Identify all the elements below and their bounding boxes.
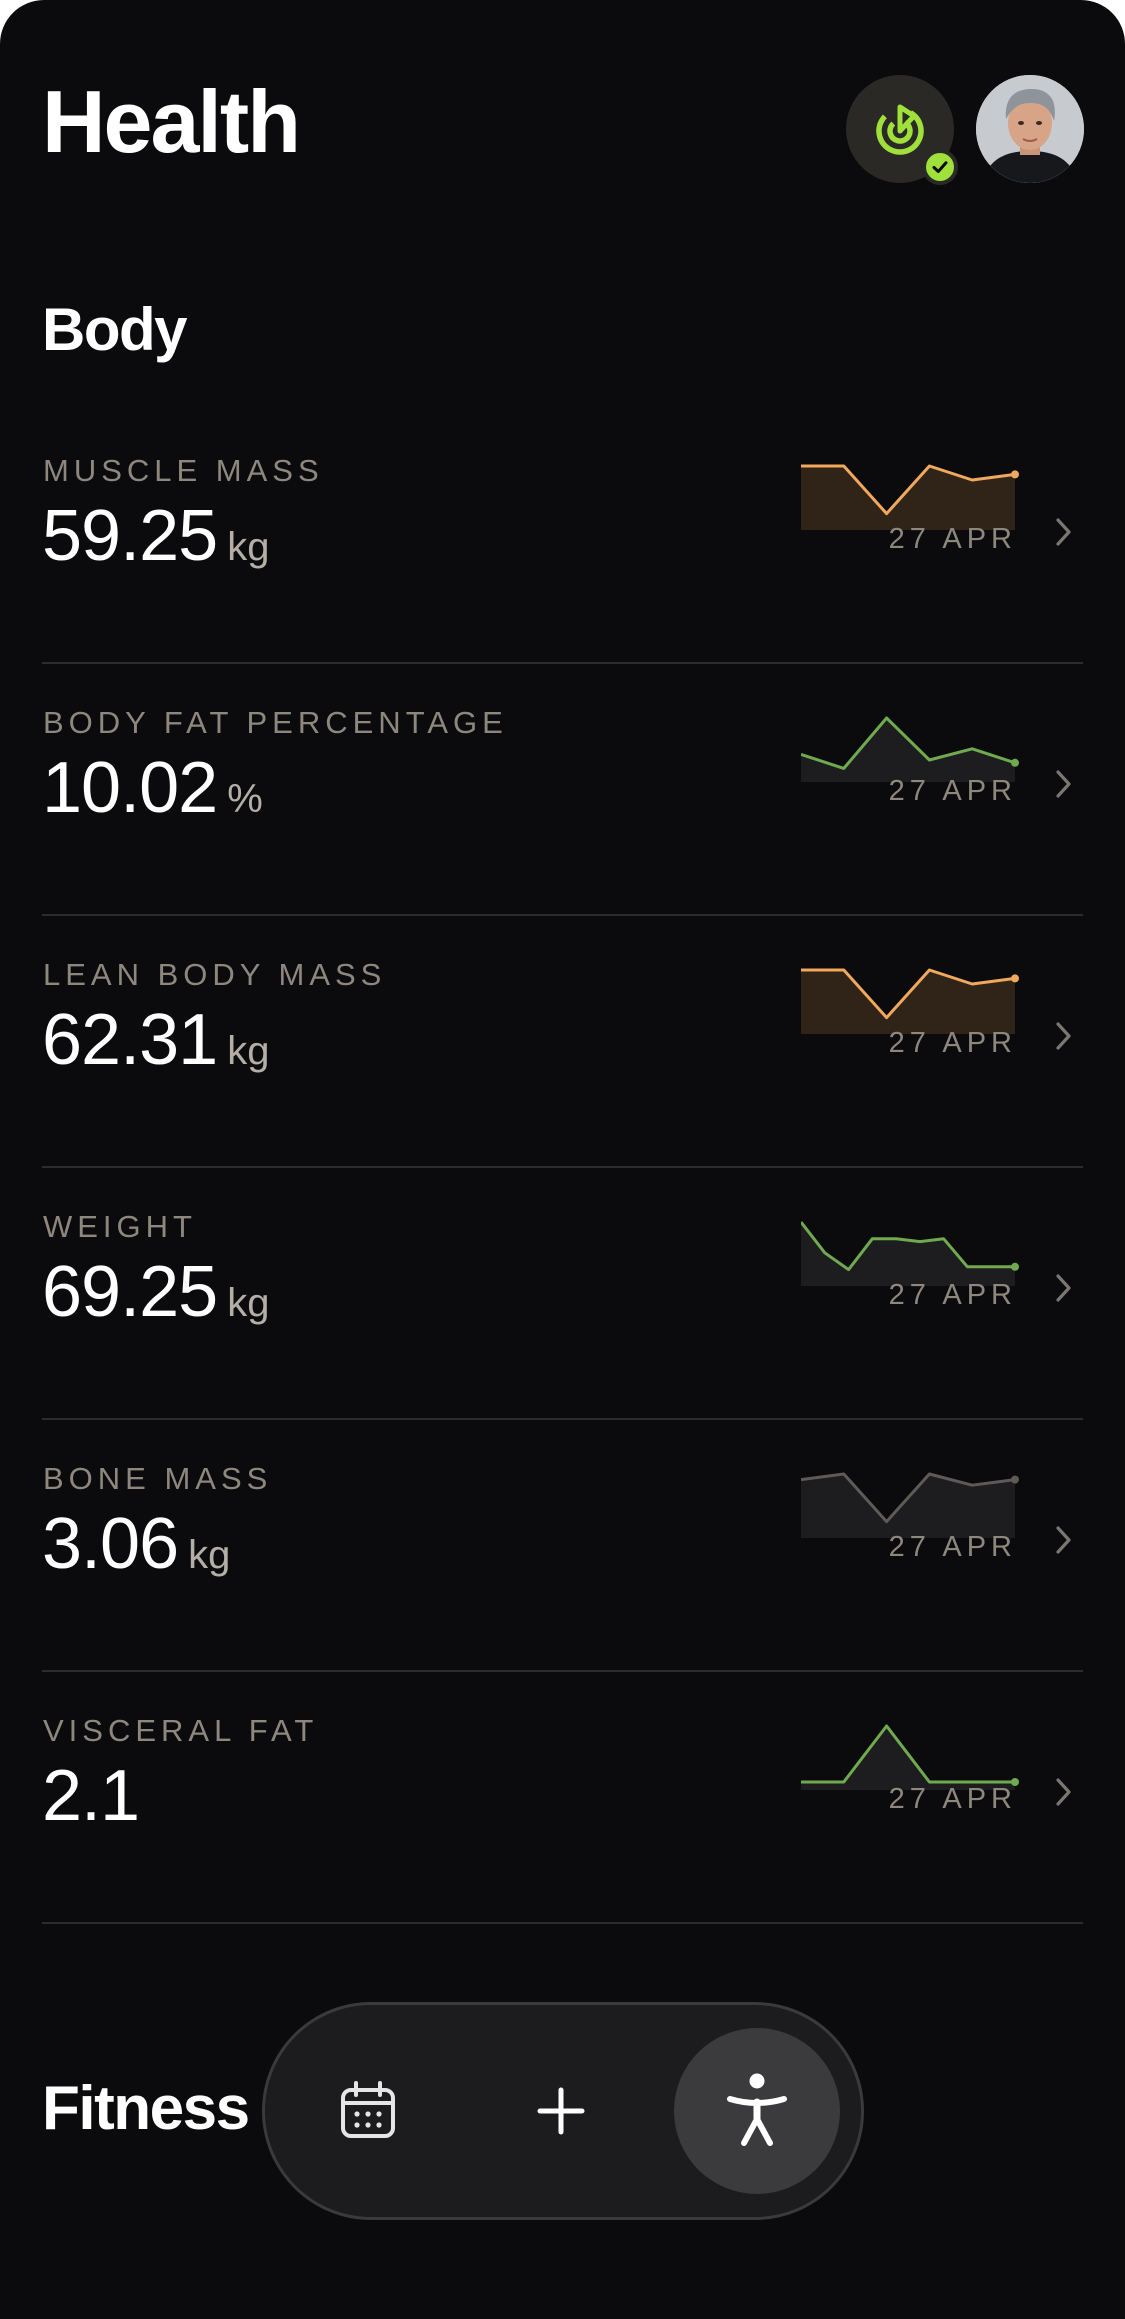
bottom-tab-bar (262, 2002, 864, 2220)
metric-row[interactable]: LEAN BODY MASS 62.31 kg 27 APR (42, 916, 1083, 1168)
metric-label: VISCERAL FAT (43, 1713, 319, 1748)
metric-number: 62.31 (42, 1000, 218, 1080)
sync-button[interactable] (846, 75, 958, 185)
metric-label: BODY FAT PERCENTAGE (43, 705, 508, 740)
sparkline-endpoint (1011, 758, 1019, 767)
accessibility-figure-icon (727, 2073, 787, 2146)
metric-value: 62.31 kg (42, 1004, 269, 1076)
metric-unit: kg (227, 1029, 270, 1073)
sparkline-area (801, 1222, 1015, 1286)
tab-calendar[interactable] (335, 2078, 401, 2144)
trend-sparkline (801, 1724, 1019, 1790)
sparkline-endpoint (1011, 1475, 1019, 1484)
metric-row[interactable]: MUSCLE MASS 59.25 kg 27 APR (42, 412, 1083, 664)
metric-unit: kg (227, 1281, 270, 1325)
sparkline-area (801, 718, 1015, 782)
sync-target-icon (876, 104, 924, 155)
metric-date: 27 APR (888, 1027, 1017, 1059)
sparkline-area (801, 466, 1015, 530)
section-title-fitness: Fitness (42, 2074, 250, 2143)
chevron-right-icon (1056, 770, 1071, 798)
metric-value: 10.02% (42, 752, 263, 824)
metric-label: BONE MASS (43, 1461, 273, 1496)
chevron-right-icon (1056, 1274, 1071, 1302)
metric-row[interactable]: VISCERAL FAT 2.1 27 APR (42, 1672, 1083, 1924)
chevron-right-icon (1056, 518, 1071, 546)
metric-date: 27 APR (888, 1783, 1017, 1815)
health-screen: Health Body MUSCLE MASS 59.25 kg 27 APR BODY… (0, 0, 1125, 2319)
metric-label: WEIGHT (43, 1209, 197, 1244)
metric-value: 69.25 kg (42, 1256, 269, 1328)
metric-date: 27 APR (888, 523, 1017, 555)
metric-date: 27 APR (888, 1279, 1017, 1311)
metric-date: 27 APR (888, 1531, 1017, 1563)
sparkline-area (801, 1726, 1015, 1790)
sparkline-endpoint (1011, 1262, 1019, 1271)
metric-number: 10.02 (42, 748, 218, 828)
trend-sparkline (801, 1221, 1019, 1286)
plus-icon (537, 2087, 585, 2135)
metric-number: 3.06 (42, 1504, 179, 1584)
metric-row[interactable]: WEIGHT 69.25 kg 27 APR (42, 1168, 1083, 1420)
calendar-icon (341, 2081, 395, 2138)
trend-sparkline (801, 968, 1019, 1034)
metric-value: 59.25 kg (42, 500, 269, 572)
metric-unit: kg (188, 1533, 231, 1577)
page-title: Health (42, 72, 301, 171)
metric-number: 2.1 (42, 1756, 140, 1836)
metric-value: 2.1 (42, 1760, 140, 1832)
sparkline-endpoint (1011, 974, 1019, 983)
metric-row[interactable]: BONE MASS 3.06 kg 27 APR (42, 1420, 1083, 1672)
metric-label: MUSCLE MASS (43, 453, 324, 488)
metric-number: 59.25 (42, 496, 218, 576)
section-title-body: Body (42, 296, 188, 363)
sparkline-endpoint (1011, 470, 1019, 479)
profile-avatar[interactable] (976, 75, 1084, 183)
trend-sparkline (801, 1472, 1019, 1538)
trend-sparkline (801, 716, 1019, 782)
metric-value: 3.06 kg (42, 1508, 230, 1580)
metric-label: LEAN BODY MASS (43, 957, 387, 992)
chevron-right-icon (1056, 1526, 1071, 1554)
checkmark-icon (922, 149, 958, 185)
trend-sparkline (801, 464, 1019, 530)
tab-body[interactable] (674, 2028, 840, 2194)
sparkline-area (801, 970, 1015, 1034)
metric-unit: % (227, 777, 263, 821)
chevron-right-icon (1056, 1778, 1071, 1806)
chevron-right-icon (1056, 1022, 1071, 1050)
metric-row[interactable]: BODY FAT PERCENTAGE 10.02% 27 APR (42, 664, 1083, 916)
metric-unit: kg (227, 525, 270, 569)
tab-add[interactable] (528, 2078, 594, 2144)
metric-number: 69.25 (42, 1252, 218, 1332)
metric-date: 27 APR (888, 775, 1017, 807)
